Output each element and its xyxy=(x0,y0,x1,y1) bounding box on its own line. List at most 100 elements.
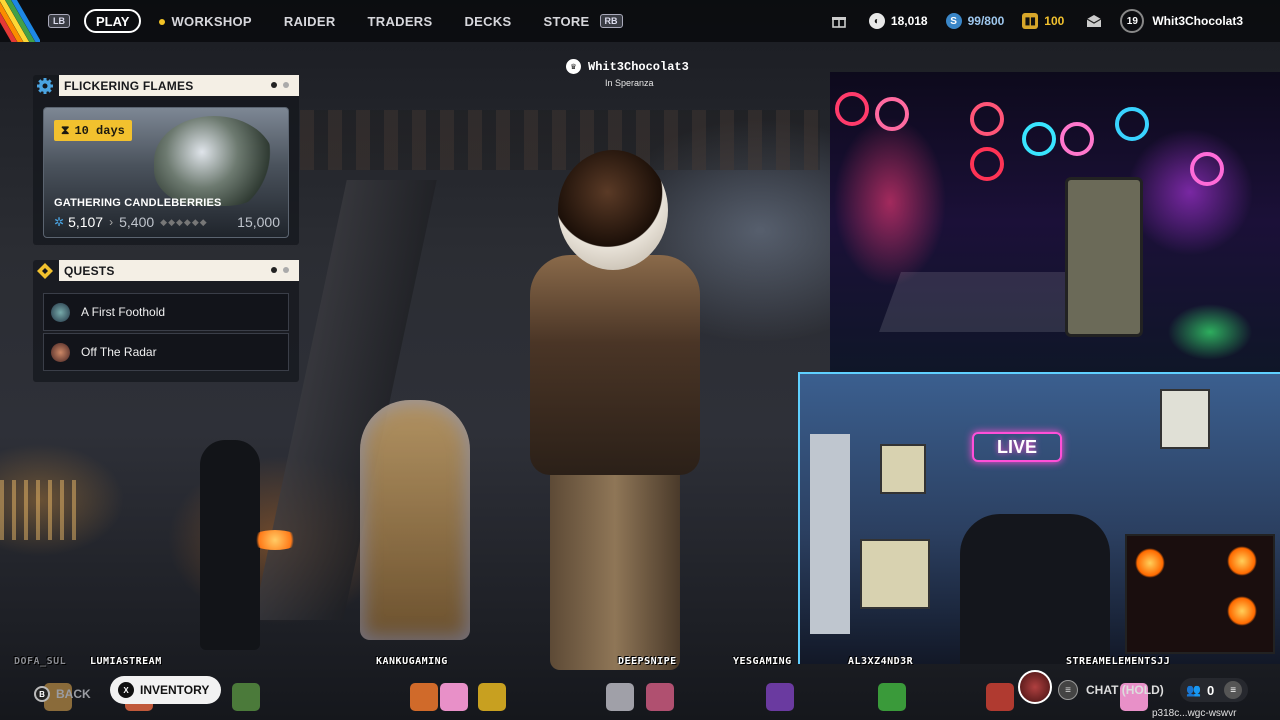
menu-circle-icon: ≡ xyxy=(1224,681,1243,699)
x-button-icon: X xyxy=(118,682,134,698)
event-progress: ✲ 5,107 › 5,400 ◆◆◆◆◆◆ 15,000 xyxy=(54,214,280,230)
pagination-dots xyxy=(271,82,289,88)
shelf xyxy=(810,434,850,634)
pagination-dots xyxy=(271,267,289,273)
fan-icon xyxy=(1115,107,1149,141)
chat-button[interactable]: ≡ CHAT (HOLD) xyxy=(1058,678,1164,702)
viewer-name: YESGAMING xyxy=(733,656,792,667)
candleberry-tree-image xyxy=(154,116,274,206)
viewer-sprite-icon xyxy=(478,683,506,711)
lb-button-hint: LB xyxy=(48,14,70,28)
viewer-sprite-icon xyxy=(878,683,906,711)
phone-device xyxy=(1065,177,1143,337)
mail-icon[interactable] xyxy=(1086,14,1102,28)
webcam-room: LIVE xyxy=(798,372,1280,664)
tokens-value: 99/800 xyxy=(967,14,1005,28)
rainbow-logo xyxy=(0,0,40,42)
viewer-name: STREAMELEMENTSJJ xyxy=(1066,656,1171,667)
viewer-sprite-icon xyxy=(766,683,794,711)
quests-title: QUESTS xyxy=(64,263,115,278)
coins-value: 18,018 xyxy=(890,14,928,28)
nav-workshop-label: WORKSHOP xyxy=(171,13,252,29)
nav-decks[interactable]: DECKS xyxy=(464,14,511,29)
quests-header[interactable]: QUESTS xyxy=(59,260,299,281)
viewer-sprite-icon xyxy=(232,683,260,711)
tokens-stat: S 99/800 xyxy=(945,13,1005,29)
player-character xyxy=(500,150,760,670)
nav-raider[interactable]: RAIDER xyxy=(284,14,336,29)
gift-icon[interactable] xyxy=(831,13,847,29)
quest-label: A First Foothold xyxy=(81,305,166,319)
tickets-stat: ▮▮ 100 xyxy=(1022,13,1064,29)
viewer-name: LUMIASTREAM xyxy=(90,656,162,667)
progress-dots: ◆◆◆◆◆◆ xyxy=(160,216,208,227)
live-neon-sign: LIVE xyxy=(972,432,1062,462)
coins-stat: ◐ 18,018 xyxy=(868,13,928,29)
menu-icon: ≡ xyxy=(1058,680,1078,700)
chat-label: CHAT (HOLD) xyxy=(1086,683,1164,697)
quest-giver-avatar-icon xyxy=(51,303,70,322)
viewer-sprite-icon xyxy=(410,683,438,711)
level-badge: 19 xyxy=(1120,9,1145,33)
viewer-name: KANKUGAMING xyxy=(376,656,448,667)
top-navigation-bar: LB PLAY WORKSHOP RAIDER TRADERS DECKS ST… xyxy=(0,0,1280,42)
gaming-chair xyxy=(960,514,1110,664)
fire-pit xyxy=(250,530,300,550)
chevron-right-icon: › xyxy=(109,215,114,229)
poster xyxy=(880,444,926,494)
profile-button[interactable]: 19 Whit3Chocolat3 xyxy=(1120,9,1243,33)
fan-icon xyxy=(1060,122,1094,156)
main-nav: LB PLAY WORKSHOP RAIDER TRADERS DECKS ST… xyxy=(48,0,623,42)
player-name: Whit3Chocolat3 xyxy=(588,59,689,74)
back-label: BACK xyxy=(56,687,91,701)
event-card[interactable]: ⧗ 10 days GATHERING CANDLEBERRIES ✲ 5,10… xyxy=(43,107,289,238)
fan-icon xyxy=(835,92,869,126)
webcam-desk xyxy=(830,72,1280,372)
quests-panel: QUESTS A First Foothold Off The Radar xyxy=(33,260,299,382)
back-button[interactable]: B BACK xyxy=(34,680,91,708)
event-title: FLICKERING FLAMES xyxy=(64,78,194,93)
player-nameplate: ♛ Whit3Chocolat3 In Speranza xyxy=(566,59,689,88)
progress-next: 5,400 xyxy=(119,214,155,230)
nav-play[interactable]: PLAY xyxy=(84,9,142,33)
tickets-value: 100 xyxy=(1044,14,1065,28)
workshop-dot-icon xyxy=(159,19,166,26)
viewer-name: DEEPSNIPE xyxy=(618,656,677,667)
player-location: In Speranza xyxy=(605,78,654,88)
quest-item[interactable]: Off The Radar xyxy=(43,333,289,371)
hourglass-icon: ⧗ xyxy=(61,123,70,138)
background-figure xyxy=(200,440,260,650)
viewer-name: AL3XZ4ND3R xyxy=(848,656,914,667)
gear-small-icon: ✲ xyxy=(54,215,65,229)
overlay-url: p318c...wgc-wswvr xyxy=(1152,708,1237,719)
fan-icon xyxy=(970,102,1004,136)
event-panel: FLICKERING FLAMES ⧗ 10 days GATHERING CA… xyxy=(33,75,299,245)
character-legs xyxy=(550,460,680,670)
progress-current: 5,107 xyxy=(68,214,104,230)
fan-icon xyxy=(970,147,1004,181)
party-button[interactable]: 👥 0 ≡ xyxy=(1180,678,1249,702)
pc-case xyxy=(1125,534,1275,654)
fan-icon xyxy=(1190,152,1224,186)
tokens-icon: S xyxy=(945,13,962,29)
candles xyxy=(0,480,80,540)
quest-giver-avatar-icon xyxy=(51,343,70,362)
nav-traders[interactable]: TRADERS xyxy=(368,14,433,29)
event-objective: GATHERING CANDLEBERRIES xyxy=(54,197,222,209)
poster xyxy=(860,539,930,609)
character-helmet xyxy=(558,150,668,270)
viewer-sprite-icon xyxy=(986,683,1014,711)
nav-store[interactable]: STORE xyxy=(543,14,589,29)
poster xyxy=(1160,389,1210,449)
inventory-label: INVENTORY xyxy=(140,683,210,697)
nav-workshop[interactable]: WORKSHOP xyxy=(159,13,252,29)
event-timer: ⧗ 10 days xyxy=(54,120,132,141)
quest-item[interactable]: A First Foothold xyxy=(43,293,289,331)
event-header[interactable]: FLICKERING FLAMES xyxy=(59,75,299,96)
viewer-sprite-icon xyxy=(646,683,674,711)
rb-button-hint: RB xyxy=(599,14,623,28)
inventory-button[interactable]: X INVENTORY xyxy=(110,676,222,704)
currency-bar: ◐ 18,018 S 99/800 ▮▮ 100 19 Whit3Chocola… xyxy=(831,0,1280,42)
username: Whit3Chocolat3 xyxy=(1152,14,1243,28)
coins-icon: ◐ xyxy=(868,13,885,29)
